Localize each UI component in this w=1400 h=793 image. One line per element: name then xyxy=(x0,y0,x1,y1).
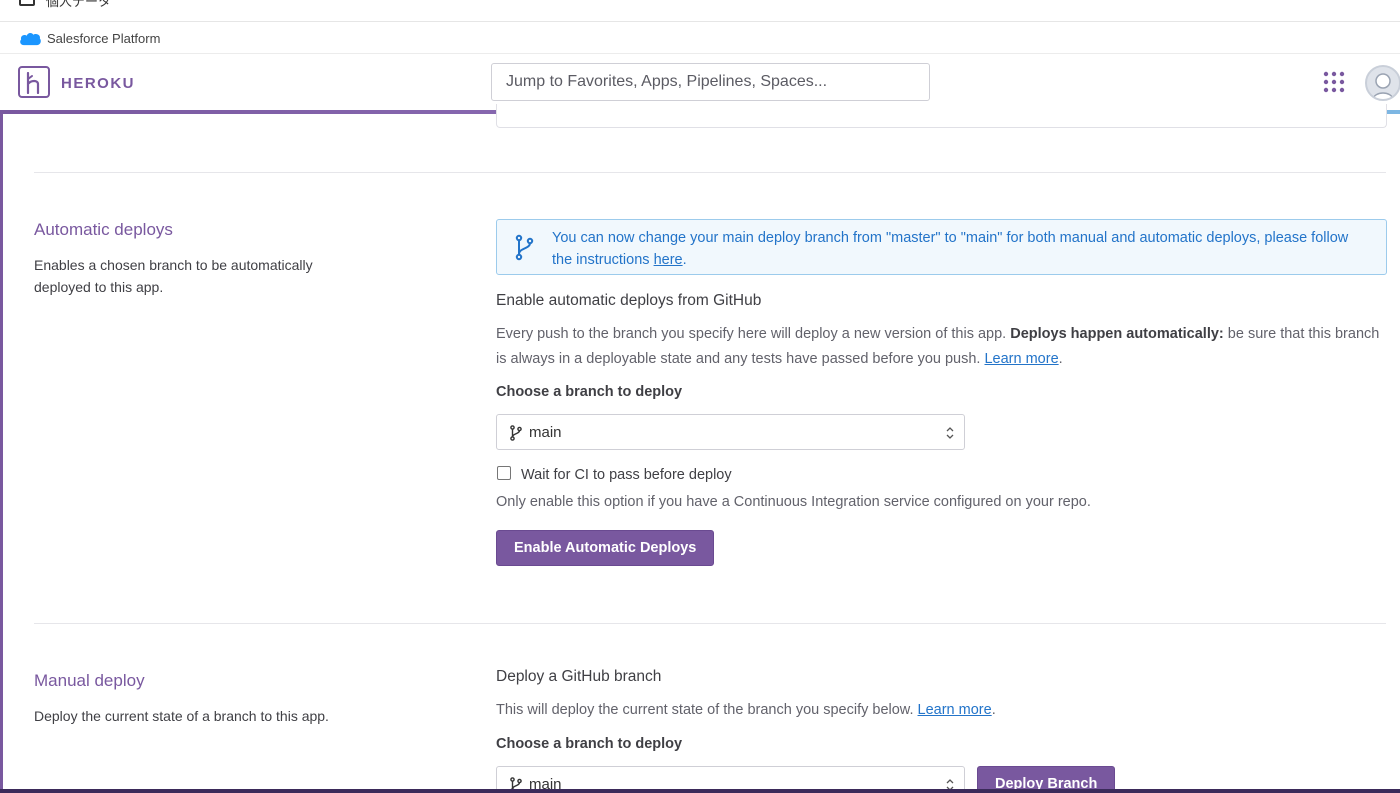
bookmark-label[interactable]: 個人データ xyxy=(46,0,111,10)
selected-branch: main xyxy=(529,424,562,441)
enable-automatic-deploys-heading: Enable automatic deploys from GitHub xyxy=(496,292,762,309)
previous-section-panel xyxy=(496,104,1387,128)
avatar-icon xyxy=(1372,73,1394,99)
heroku-logo-icon[interactable] xyxy=(18,66,50,98)
bookmark-strip: 個人データ xyxy=(0,0,1400,22)
main-branch-info-banner: You can now change your main deploy bran… xyxy=(496,219,1387,275)
search-input[interactable] xyxy=(491,63,930,101)
user-avatar[interactable] xyxy=(1365,65,1400,101)
branch-icon xyxy=(510,425,522,441)
wait-for-ci-checkbox[interactable] xyxy=(497,466,511,480)
manual-explanation-text: This will deploy the current state of th… xyxy=(496,702,914,718)
enable-automatic-deploys-button[interactable]: Enable Automatic Deploys xyxy=(496,530,715,566)
left-edge-accent xyxy=(0,111,3,793)
app-header: HEROKU xyxy=(0,54,1400,114)
checkbox-icon[interactable] xyxy=(19,0,35,6)
heroku-wordmark[interactable]: HEROKU xyxy=(61,75,135,92)
choose-branch-label: Choose a branch to deploy xyxy=(496,384,683,400)
choose-branch-label: Choose a branch to deploy xyxy=(496,736,683,752)
automatic-deploys-description: Enables a chosen branch to be automatica… xyxy=(34,257,313,295)
automatic-branch-select[interactable]: main xyxy=(496,414,965,450)
learn-more-link[interactable]: Learn more xyxy=(918,702,992,718)
salesforce-bar: Salesforce Platform xyxy=(0,23,1400,54)
salesforce-cloud-icon xyxy=(20,33,41,46)
wait-for-ci-label[interactable]: Wait for CI to pass before deploy xyxy=(521,467,732,483)
manual-deploy-description: Deploy the current state of a branch to … xyxy=(34,708,329,724)
deploy-github-branch-heading: Deploy a GitHub branch xyxy=(496,668,662,685)
learn-more-link[interactable]: Learn more xyxy=(984,351,1058,367)
instructions-link[interactable]: here xyxy=(654,252,683,268)
explanation-bold: Deploys happen automatically: xyxy=(1010,326,1224,342)
ci-help-text: Only enable this option if you have a Co… xyxy=(496,494,1091,510)
salesforce-platform-label[interactable]: Salesforce Platform xyxy=(47,31,160,46)
git-branch-icon xyxy=(515,234,534,261)
section-divider xyxy=(34,623,1386,624)
info-message: You can now change your main deploy bran… xyxy=(552,230,1349,268)
bottom-edge xyxy=(0,789,1400,793)
explanation-text: Every push to the branch you specify her… xyxy=(496,326,1007,342)
automatic-deploys-explanation: Every push to the branch you specify her… xyxy=(496,326,1380,367)
manual-deploy-title: Manual deploy xyxy=(34,671,145,690)
apps-grid-icon[interactable] xyxy=(1323,71,1345,93)
section-divider xyxy=(34,172,1386,173)
manual-deploy-explanation: This will deploy the current state of th… xyxy=(496,702,996,718)
automatic-deploys-title: Automatic deploys xyxy=(34,220,173,239)
select-chevron-icon xyxy=(946,427,954,439)
